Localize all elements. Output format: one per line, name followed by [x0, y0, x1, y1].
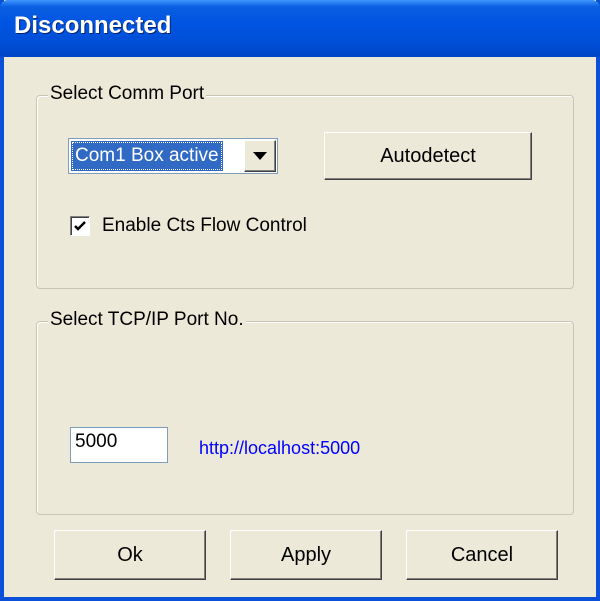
comm-port-group	[36, 95, 574, 289]
checkmark-icon	[74, 221, 86, 231]
cancel-button[interactable]: Cancel	[406, 530, 558, 580]
comm-port-select[interactable]: Com1 Box active	[68, 138, 278, 174]
flow-control-checkbox[interactable]	[70, 216, 90, 236]
autodetect-button-label: Autodetect	[380, 144, 476, 167]
window-title: Disconnected	[14, 12, 172, 39]
tcp-port-group-label: Select TCP/IP Port No.	[48, 309, 246, 331]
localhost-url-link[interactable]: http://localhost:5000	[199, 438, 360, 459]
cancel-button-label: Cancel	[450, 543, 514, 566]
chevron-down-icon	[253, 152, 267, 160]
apply-button[interactable]: Apply	[230, 530, 382, 580]
ok-button[interactable]: Ok	[54, 530, 206, 580]
comm-port-selected-value: Com1 Box active	[71, 141, 223, 171]
dropdown-arrow-button[interactable]	[244, 140, 276, 172]
tcp-port-input[interactable]: 5000	[70, 427, 168, 463]
autodetect-button[interactable]: Autodetect	[324, 132, 532, 180]
ok-button-label: Ok	[117, 543, 143, 566]
apply-button-label: Apply	[280, 543, 332, 566]
dialog-window: Disconnected Select Comm Port Com1 Box a…	[0, 0, 600, 601]
flow-control-row[interactable]: Enable Cts Flow Control	[70, 213, 307, 239]
title-bar[interactable]: Disconnected	[0, 0, 600, 57]
tcp-port-group	[36, 321, 574, 515]
flow-control-label: Enable Cts Flow Control	[102, 215, 307, 236]
comm-port-group-label: Select Comm Port	[48, 83, 207, 105]
